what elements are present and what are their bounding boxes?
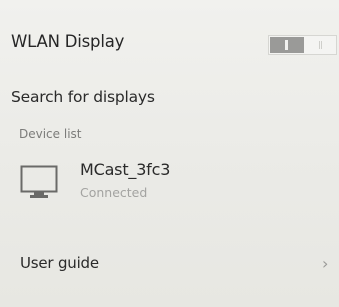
search-for-displays-label: Search for displays	[11, 88, 155, 106]
wlan-display-title: WLAN Display	[11, 32, 125, 51]
user-guide-label: User guide	[20, 254, 99, 272]
device-name: MCast_3fc3	[80, 160, 171, 179]
chevron-right-icon: ›	[322, 254, 329, 273]
search-for-displays-row[interactable]: Search for displays	[0, 80, 339, 116]
wlan-display-settings-screen: WLAN Display Search for displays Device …	[0, 0, 339, 307]
toggle-off-mark	[319, 41, 322, 49]
monitor-icon	[20, 165, 58, 198]
wlan-display-row: WLAN Display	[0, 14, 339, 72]
device-status: Connected	[80, 185, 148, 200]
device-list-item[interactable]: MCast_3fc3 Connected	[0, 150, 339, 210]
user-guide-row[interactable]: User guide ›	[0, 244, 339, 284]
device-list-header: Device list	[19, 127, 82, 141]
toggle-on-mark	[285, 40, 288, 50]
wlan-display-toggle[interactable]	[268, 35, 337, 55]
toggle-knob	[270, 37, 304, 53]
